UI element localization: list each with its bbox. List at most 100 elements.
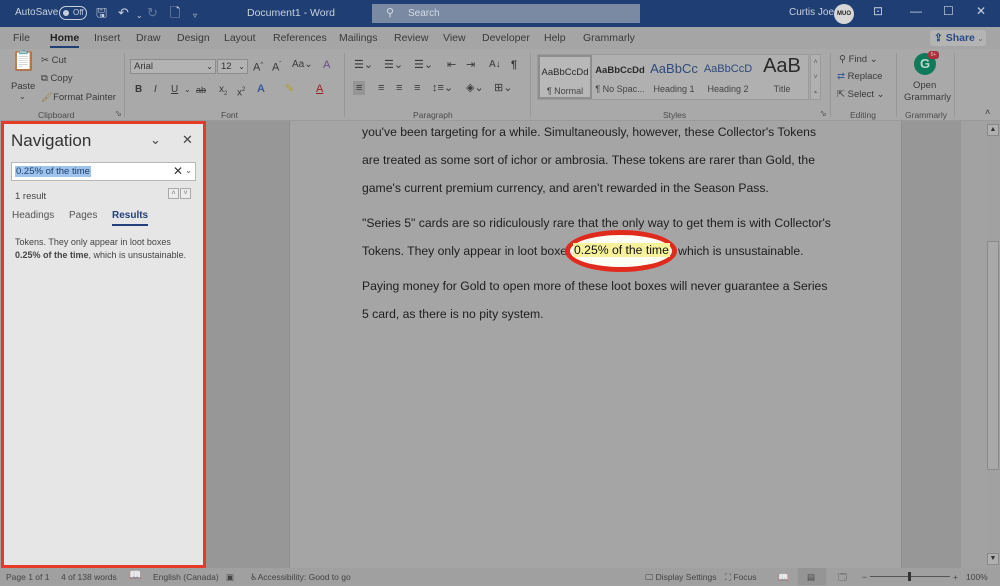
open-grammarly-button[interactable]: Open <box>913 80 936 91</box>
document-page[interactable]: you've been targeting for a while. Simul… <box>289 121 902 568</box>
tab-grammarly[interactable]: Grammarly <box>583 32 635 44</box>
nav-tab-results[interactable]: Results <box>112 210 149 226</box>
borders-icon[interactable]: ⊞⌄ <box>494 81 512 95</box>
select-button[interactable]: ⇱ Select ⌄ <box>837 89 885 100</box>
nav-tab-pages[interactable]: Pages <box>69 210 97 221</box>
track-changes-icon[interactable]: ▣ <box>226 572 234 583</box>
shading-icon[interactable]: ◈⌄ <box>466 81 484 95</box>
collapse-ribbon-icon[interactable]: ˄ <box>985 107 990 117</box>
multilevel-list-icon[interactable]: ☰⌄ <box>414 58 433 72</box>
styles-scroll-down-icon[interactable]: ˅ <box>811 70 820 85</box>
numbering-icon[interactable]: ☰⌄ <box>384 58 403 72</box>
open-grammarly-label[interactable]: Grammarly <box>904 92 951 103</box>
clipboard-launcher-icon[interactable]: ⬂ <box>115 109 122 118</box>
tab-layout[interactable]: Layout <box>224 32 256 44</box>
redo-icon[interactable]: ↻ <box>147 5 158 21</box>
styles-expand-icon[interactable]: ⩡ <box>811 85 820 100</box>
search-box[interactable]: ⚲ Search <box>372 4 640 23</box>
close-icon[interactable]: ✕ <box>976 4 986 18</box>
line-spacing-icon[interactable]: ↕≡⌄ <box>432 81 453 95</box>
maximize-icon[interactable]: ☐ <box>943 4 954 18</box>
style-heading-2[interactable]: AaBbCcD Heading 2 <box>701 55 755 99</box>
page-count[interactable]: Page 1 of 1 <box>6 572 49 582</box>
styles-launcher-icon[interactable]: ⬂ <box>820 109 827 118</box>
scrollbar-thumb[interactable] <box>987 241 999 470</box>
align-left-icon[interactable]: ≡ <box>353 81 366 95</box>
strikethrough-icon[interactable]: ab <box>196 83 206 97</box>
style-title[interactable]: AaB Title <box>755 55 809 99</box>
user-name[interactable]: Curtis Joe <box>789 7 834 18</box>
word-count[interactable]: 4 of 138 words <box>61 572 117 582</box>
tab-design[interactable]: Design <box>177 32 210 44</box>
tab-draw[interactable]: Draw <box>136 32 161 44</box>
zoom-out-button[interactable]: − <box>862 572 867 582</box>
italic-icon[interactable]: I <box>154 83 157 97</box>
bold-icon[interactable]: B <box>135 83 142 97</box>
bullets-icon[interactable]: ☰⌄ <box>354 58 373 72</box>
undo-dropdown-icon[interactable]: ⌄ <box>136 8 143 24</box>
tab-home[interactable]: Home <box>50 32 80 48</box>
superscript-icon[interactable]: x2 <box>237 83 245 100</box>
clear-formatting-icon[interactable]: A <box>323 58 330 72</box>
underline-icon[interactable]: U <box>171 83 178 97</box>
autosave-toggle[interactable]: Off <box>59 6 87 20</box>
decrease-indent-icon[interactable]: ⇤ <box>447 58 456 72</box>
style-no-spacing[interactable]: AaBbCcDd ¶ No Spac... <box>593 55 647 99</box>
font-name-combo[interactable]: Arial ⌄ <box>130 59 216 74</box>
style-normal[interactable]: AaBbCcDd ¶ Normal <box>538 55 592 99</box>
tab-file[interactable]: File <box>13 32 30 44</box>
paste-icon[interactable]: 📋 <box>11 51 36 71</box>
accessibility-status[interactable]: ♿︎Accessibility: Good to go <box>250 572 351 583</box>
subscript-icon[interactable]: x2 <box>219 83 227 101</box>
style-heading-1[interactable]: AaBbCc Heading 1 <box>647 55 701 99</box>
navigation-search-value[interactable]: 0.25% of the time <box>15 166 91 177</box>
styles-scroll-up-icon[interactable]: ˄ <box>811 55 820 70</box>
minimize-icon[interactable]: — <box>910 4 922 18</box>
change-case-icon[interactable]: Aa⌄ <box>292 58 313 72</box>
nav-tab-headings[interactable]: Headings <box>12 210 54 221</box>
print-layout-view[interactable]: ▤ <box>798 568 826 585</box>
paste-dropdown-icon[interactable]: ⌄ <box>19 92 26 101</box>
align-right-icon[interactable]: ≡ <box>396 81 402 95</box>
zoom-level[interactable]: 100% <box>966 572 988 582</box>
copy-button[interactable]: ⧉ Copy <box>41 73 73 84</box>
proofing-icon[interactable]: 📖 <box>129 570 141 581</box>
next-result-icon[interactable]: ˅ <box>180 188 191 199</box>
previous-result-icon[interactable]: ˄ <box>168 188 179 199</box>
customize-toolbar-icon[interactable]: ▿ <box>193 8 197 24</box>
tab-mailings[interactable]: Mailings <box>339 32 378 44</box>
shrink-font-icon[interactable]: Aˇ <box>272 58 281 75</box>
increase-indent-icon[interactable]: ⇥ <box>466 58 475 72</box>
pane-options-icon[interactable]: ⌄ <box>150 132 161 148</box>
tab-view[interactable]: View <box>443 32 466 44</box>
scroll-up-icon[interactable]: ▲ <box>987 124 999 136</box>
ribbon-display-options-icon[interactable]: ⊡ <box>873 4 883 18</box>
replace-button[interactable]: ⇄ Replace <box>837 71 882 82</box>
font-size-combo[interactable]: 12 ⌄ <box>217 59 248 74</box>
clear-search-icon[interactable]: ✕ <box>173 164 183 178</box>
zoom-in-button[interactable]: + <box>953 572 958 582</box>
tab-review[interactable]: Review <box>394 32 428 44</box>
highlight-color-icon[interactable]: ✎ <box>285 82 294 96</box>
web-layout-icon[interactable]: 🗔 <box>838 572 847 586</box>
focus-button[interactable]: ⛶ Focus <box>725 572 756 583</box>
read-mode-icon[interactable]: 📖 <box>778 572 789 583</box>
language[interactable]: English (Canada) <box>153 572 219 582</box>
justify-icon[interactable]: ≡ <box>414 81 420 95</box>
styles-scroll[interactable]: ˄ ˅ ⩡ <box>810 54 821 100</box>
navigation-search-input[interactable]: 0.25% of the time ✕ ⌄ <box>11 162 196 181</box>
undo-icon[interactable]: ↶ <box>118 5 129 21</box>
format-painter-button[interactable]: 🖌Format Painter <box>41 92 116 103</box>
paste-button[interactable]: Paste <box>11 81 35 92</box>
align-center-icon[interactable]: ≡ <box>378 81 384 95</box>
grow-font-icon[interactable]: A^ <box>253 58 263 75</box>
display-settings-button[interactable]: 🖵 Display Settings <box>645 572 717 583</box>
tab-references[interactable]: References <box>273 32 327 44</box>
tab-developer[interactable]: Developer <box>482 32 530 44</box>
find-button[interactable]: ⚲ Find ⌄ <box>839 54 878 65</box>
tab-help[interactable]: Help <box>544 32 566 44</box>
search-options-icon[interactable]: ⌄ <box>185 166 192 175</box>
save-icon[interactable]: 🖫 <box>96 5 107 21</box>
avatar[interactable]: MUO <box>834 4 854 24</box>
text-effects-icon[interactable]: A <box>257 82 265 96</box>
